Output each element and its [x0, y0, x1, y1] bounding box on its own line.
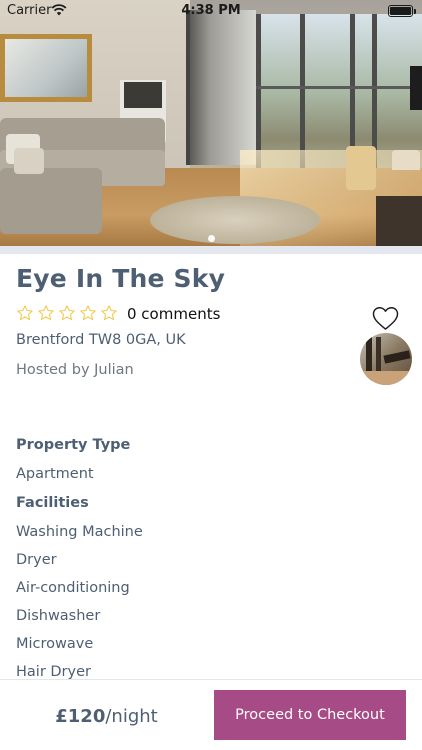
property-type-heading: Property Type	[16, 437, 131, 453]
photo-cushion	[14, 148, 44, 174]
photo-divider	[0, 246, 422, 254]
star-icon[interactable]	[79, 304, 97, 322]
listing-address: Brentford TW8 0GA, UK	[16, 332, 186, 348]
checkout-bar: £120/night Proceed to Checkout	[0, 679, 422, 750]
star-icon[interactable]	[16, 304, 34, 322]
host-avatar[interactable]	[360, 333, 412, 385]
heart-outline-icon[interactable]	[372, 306, 399, 331]
facility-item: Washing Machine	[16, 524, 143, 540]
status-time: 4:38 PM	[181, 3, 241, 18]
facility-item: Dryer	[16, 552, 57, 568]
photo-tv	[410, 66, 422, 110]
photo-chair	[346, 146, 376, 190]
checkout-button[interactable]: Proceed to Checkout	[214, 690, 406, 740]
page-indicator[interactable]	[0, 227, 422, 242]
facility-item: Microwave	[16, 636, 94, 652]
host-label: Hosted by Julian	[16, 362, 134, 378]
property-photo[interactable]	[0, 0, 422, 246]
photo-door	[186, 10, 256, 165]
battery-cap	[414, 9, 416, 14]
photo-side-table	[376, 196, 422, 246]
status-bar: Carrier 4:38 PM	[0, 0, 422, 22]
listing-title: Eye In The Sky	[16, 264, 226, 293]
star-rating[interactable]	[16, 304, 118, 324]
property-type-value: Apartment	[16, 466, 94, 482]
photo-sofa-chaise	[0, 168, 102, 234]
price-amount: £120	[55, 706, 106, 727]
price-unit: /night	[105, 706, 158, 727]
star-icon[interactable]	[37, 304, 55, 322]
photo-shelf-item	[124, 82, 162, 108]
star-icon[interactable]	[58, 304, 76, 322]
facility-item: Dishwasher	[16, 608, 101, 624]
facility-item: Hair Dryer	[16, 664, 91, 680]
facilities-heading: Facilities	[16, 495, 89, 511]
photo-lamp	[392, 150, 420, 170]
nightly-price: £120/night	[0, 706, 213, 727]
facility-item: Air-conditioning	[16, 580, 130, 596]
battery-icon	[388, 5, 413, 17]
comments-link[interactable]: 0 comments	[127, 305, 220, 323]
photo-window-frame	[256, 86, 422, 89]
page-indicator-dot[interactable]	[207, 235, 215, 242]
photo-rug	[150, 196, 320, 244]
photo-mirror	[0, 34, 92, 102]
star-icon[interactable]	[100, 304, 118, 322]
